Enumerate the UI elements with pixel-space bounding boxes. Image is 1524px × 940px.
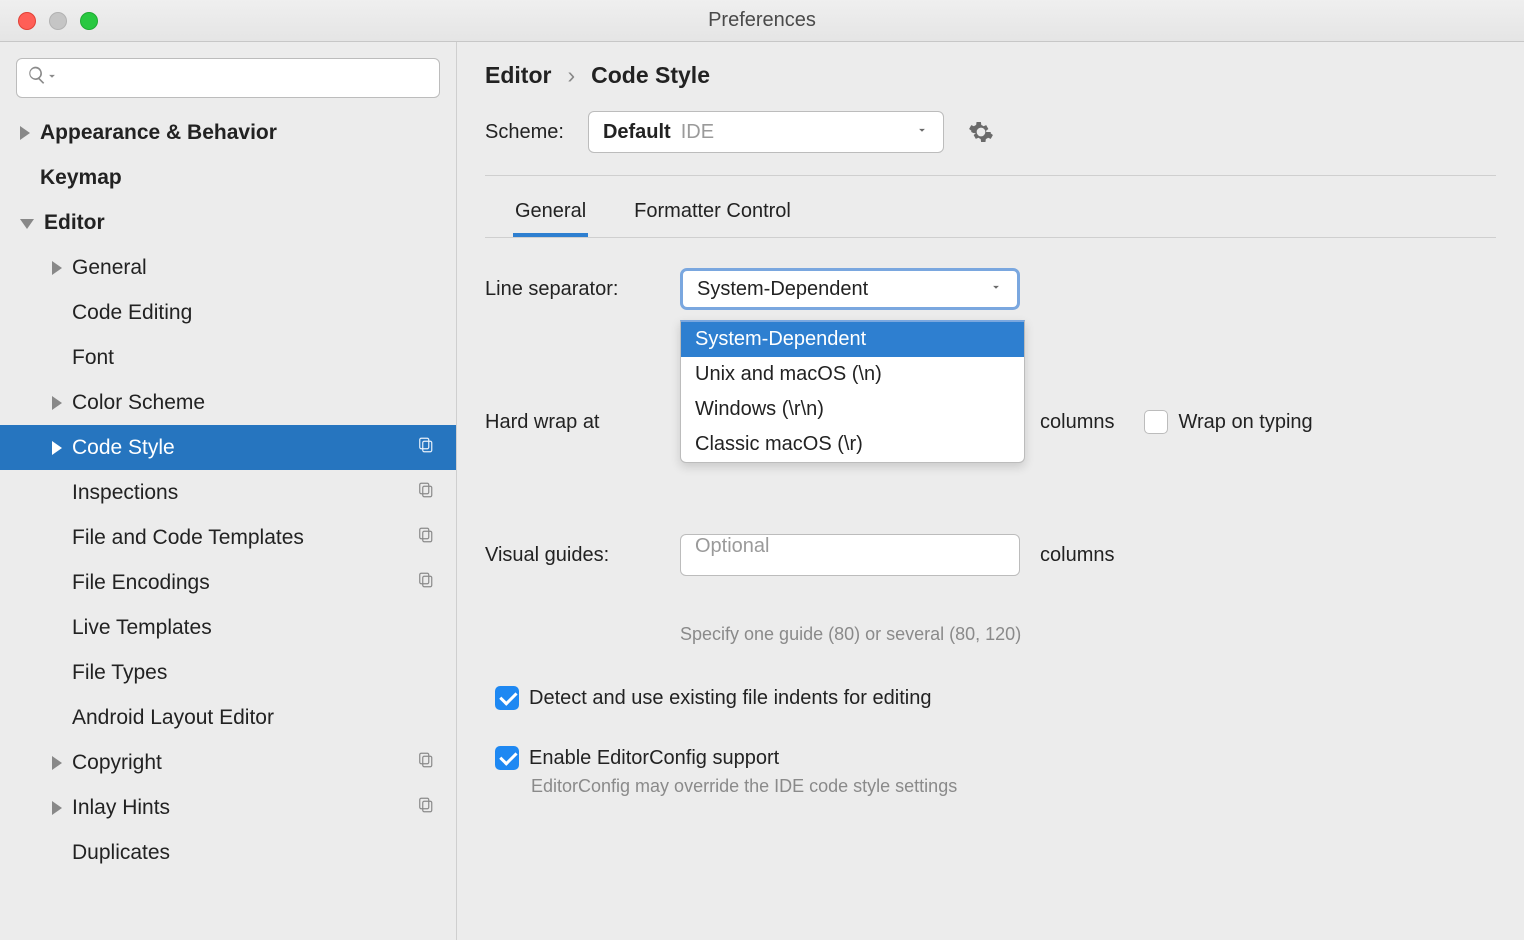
tree-item-file-and-code-templates[interactable]: File and Code Templates	[0, 515, 456, 560]
tree-item-label: File and Code Templates	[72, 526, 304, 550]
tree-item-inlay-hints[interactable]: Inlay Hints	[0, 785, 456, 830]
close-window-button[interactable]	[18, 12, 36, 30]
tree-item-label: Code Style	[72, 436, 175, 460]
tree-item-general[interactable]: General	[0, 245, 456, 290]
dropdown-option[interactable]: Windows (\r\n)	[681, 392, 1024, 427]
editorconfig-checkbox[interactable]	[495, 746, 519, 770]
visual-guides-unit: columns	[1040, 544, 1114, 567]
tree-item-font[interactable]: Font	[0, 335, 456, 380]
breadcrumb-separator-icon: ›	[567, 62, 575, 89]
profile-icon	[416, 481, 434, 505]
chevron-down-icon[interactable]	[20, 219, 34, 229]
window-controls	[18, 12, 98, 30]
tree-item-label: File Types	[72, 661, 167, 685]
line-separator-dropdown-list[interactable]: System-DependentUnix and macOS (\n)Windo…	[680, 320, 1025, 463]
dropdown-option[interactable]: Classic macOS (\r)	[681, 427, 1024, 462]
titlebar: Preferences	[0, 0, 1524, 42]
wrap-on-typing-checkbox[interactable]	[1144, 410, 1168, 434]
visual-guides-input[interactable]: Optional	[680, 534, 1020, 576]
tree-item-copyright[interactable]: Copyright	[0, 740, 456, 785]
search-icon	[27, 65, 47, 91]
tree-item-label: Android Layout Editor	[72, 706, 274, 730]
tree-item-label: Appearance & Behavior	[40, 121, 277, 145]
tree-item-label: Font	[72, 346, 114, 370]
settings-content: Editor › Code Style Scheme: Default IDE …	[457, 42, 1524, 940]
tree-item-inspections[interactable]: Inspections	[0, 470, 456, 515]
tree-item-android-layout-editor[interactable]: Android Layout Editor	[0, 695, 456, 740]
search-input[interactable]	[16, 58, 440, 98]
breadcrumb-current: Code Style	[591, 62, 710, 89]
tree-item-live-templates[interactable]: Live Templates	[0, 605, 456, 650]
visual-guides-label: Visual guides:	[485, 544, 680, 567]
visual-guides-hint: Specify one guide (80) or several (80, 1…	[680, 624, 1021, 644]
tree-item-label: Copyright	[72, 751, 162, 775]
profile-icon	[416, 571, 434, 595]
tree-item-label: Keymap	[40, 166, 122, 190]
scheme-badge: IDE	[681, 121, 714, 144]
line-separator-value: System-Dependent	[697, 278, 868, 301]
tree-item-label: Inlay Hints	[72, 796, 170, 820]
preferences-sidebar: Appearance & Behavior Keymap Editor General…	[0, 42, 457, 940]
dropdown-option[interactable]: System-Dependent	[681, 322, 1024, 357]
tree-item-label: Code Editing	[72, 301, 192, 325]
line-separator-label: Line separator:	[485, 278, 680, 301]
chevron-right-icon[interactable]	[52, 801, 62, 815]
tree-item-keymap[interactable]: Keymap	[0, 155, 456, 200]
divider	[485, 175, 1496, 176]
tree-item-duplicates[interactable]: Duplicates	[0, 830, 456, 875]
editorconfig-hint: EditorConfig may override the IDE code s…	[531, 776, 957, 796]
editorconfig-label: Enable EditorConfig support	[529, 747, 779, 770]
detect-indents-label: Detect and use existing file indents for…	[529, 687, 931, 710]
scheme-actions-button[interactable]	[968, 119, 994, 145]
tree-item-appearance-behavior[interactable]: Appearance & Behavior	[0, 110, 456, 155]
wrap-on-typing-label: Wrap on typing	[1178, 411, 1312, 434]
tree-item-label: File Encodings	[72, 571, 210, 595]
scheme-dropdown[interactable]: Default IDE	[588, 111, 944, 153]
chevron-right-icon[interactable]	[52, 756, 62, 770]
settings-tree: Appearance & Behavior Keymap Editor General…	[0, 110, 456, 875]
tab-bar: General Formatter Control	[485, 186, 1496, 238]
hard-wrap-label: Hard wrap at	[485, 411, 680, 434]
tree-item-label: General	[72, 256, 147, 280]
scheme-label: Scheme:	[485, 121, 564, 144]
line-separator-dropdown[interactable]: System-Dependent	[680, 268, 1020, 310]
breadcrumb-parent[interactable]: Editor	[485, 62, 551, 89]
tree-item-editor[interactable]: Editor	[0, 200, 456, 245]
chevron-right-icon[interactable]	[52, 261, 62, 275]
tree-item-code-style[interactable]: Code Style	[0, 425, 456, 470]
tree-item-color-scheme[interactable]: Color Scheme	[0, 380, 456, 425]
tree-item-label: Live Templates	[72, 616, 212, 640]
search-history-icon	[45, 67, 59, 89]
chevron-right-icon[interactable]	[20, 126, 30, 140]
hard-wrap-unit: columns	[1040, 411, 1114, 434]
profile-icon	[416, 751, 434, 775]
tab-general[interactable]: General	[513, 186, 588, 237]
chevron-down-icon	[989, 278, 1003, 300]
detect-indents-checkbox[interactable]	[495, 686, 519, 710]
tree-item-file-types[interactable]: File Types	[0, 650, 456, 695]
zoom-window-button[interactable]	[80, 12, 98, 30]
minimize-window-button[interactable]	[49, 12, 67, 30]
tree-item-file-encodings[interactable]: File Encodings	[0, 560, 456, 605]
profile-icon	[416, 526, 434, 550]
profile-icon	[416, 436, 434, 460]
chevron-right-icon[interactable]	[52, 441, 62, 455]
tree-item-label: Editor	[44, 211, 105, 235]
chevron-right-icon[interactable]	[52, 396, 62, 410]
tree-item-label: Color Scheme	[72, 391, 205, 415]
scheme-value: Default	[603, 121, 671, 144]
tab-formatter-control[interactable]: Formatter Control	[632, 186, 793, 237]
tree-item-label: Inspections	[72, 481, 178, 505]
tree-item-label: Duplicates	[72, 841, 170, 865]
breadcrumb: Editor › Code Style	[485, 62, 1496, 89]
chevron-down-icon	[915, 121, 929, 143]
dropdown-option[interactable]: Unix and macOS (\n)	[681, 357, 1024, 392]
window-title: Preferences	[708, 9, 816, 32]
profile-icon	[416, 796, 434, 820]
tree-item-code-editing[interactable]: Code Editing	[0, 290, 456, 335]
